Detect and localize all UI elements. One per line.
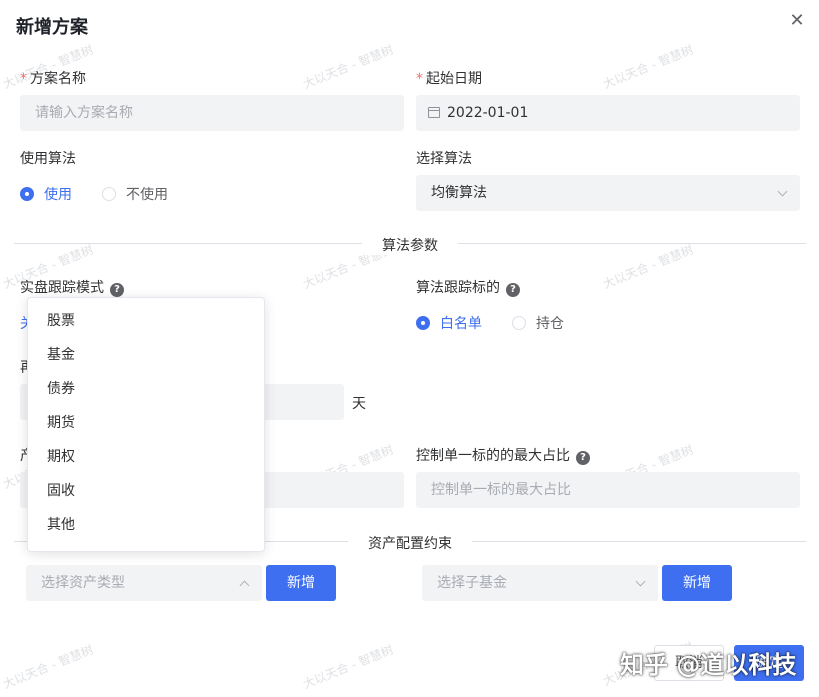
dropdown-option-fund[interactable]: 基金: [28, 338, 264, 372]
use-algo-label: 使用算法: [20, 151, 76, 167]
dropdown-option-fixed-income[interactable]: 固收: [28, 474, 264, 508]
max-ratio-input[interactable]: 控制单一标的最大占比: [416, 472, 800, 508]
algo-tracking-target-label: 算法跟踪标的?: [416, 277, 520, 297]
start-date-label: * 起始日期: [416, 71, 482, 87]
help-icon[interactable]: ?: [110, 283, 124, 297]
chevron-down-icon: [635, 576, 646, 587]
algo-params-heading: 算法参数: [362, 235, 458, 255]
watermark: 大以天合 - 智慧树: [601, 242, 696, 292]
required-mark: *: [416, 71, 423, 87]
dialog-title: 新增方案: [16, 17, 88, 38]
close-icon[interactable]: ✕: [788, 12, 806, 30]
radio-not-use[interactable]: 不使用: [102, 184, 168, 204]
algo-select[interactable]: 均衡算法: [416, 175, 800, 211]
add-sub-fund-button[interactable]: 新增: [662, 565, 732, 601]
asset-type-dropdown: 股票 基金 债券 期货 期权 固收 其他: [27, 297, 265, 552]
dropdown-option-stock[interactable]: 股票: [28, 304, 264, 338]
plan-name-input[interactable]: 请输入方案名称: [20, 95, 404, 131]
watermark: 大以天合 - 智慧树: [301, 42, 396, 92]
radio-dot: [102, 187, 116, 201]
brand-watermark: 知乎 @道以科技: [620, 651, 797, 679]
max-ratio-label: 控制单一标的的最大占比?: [416, 445, 590, 465]
dropdown-option-options[interactable]: 期权: [28, 440, 264, 474]
days-unit: 天: [352, 396, 366, 412]
dropdown-option-bond[interactable]: 债券: [28, 372, 264, 406]
help-icon[interactable]: ?: [576, 451, 590, 465]
calendar-icon: [428, 107, 440, 118]
select-algo-label: 选择算法: [416, 151, 472, 167]
watermark: 大以天合 - 智慧树: [1, 642, 96, 692]
add-asset-type-button[interactable]: 新增: [266, 565, 336, 601]
radio-dot: [512, 316, 526, 330]
radio-dot: [20, 187, 34, 201]
radio-holdings[interactable]: 持仓: [512, 313, 564, 333]
help-icon[interactable]: ?: [506, 283, 520, 297]
dropdown-option-futures[interactable]: 期货: [28, 406, 264, 440]
watermark: 大以天合 - 智慧树: [601, 42, 696, 92]
chevron-up-icon: [239, 580, 250, 591]
radio-dot: [416, 316, 430, 330]
chevron-down-icon: [777, 186, 788, 197]
asset-constraints-heading: 资产配置约束: [348, 533, 472, 553]
watermark: 大以天合 - 智慧树: [301, 642, 396, 692]
live-tracking-mode-label: 实盘跟踪模式?: [20, 277, 124, 297]
radio-whitelist[interactable]: 白名单: [416, 313, 482, 333]
sub-fund-select[interactable]: 选择子基金: [422, 565, 658, 601]
start-date-picker[interactable]: 2022-01-01: [416, 95, 800, 131]
radio-use[interactable]: 使用: [20, 184, 72, 204]
dropdown-option-other[interactable]: 其他: [28, 508, 264, 542]
plan-name-label: * 方案名称: [20, 71, 86, 87]
required-mark: *: [20, 71, 27, 87]
asset-type-select[interactable]: 选择资产类型: [26, 565, 262, 601]
